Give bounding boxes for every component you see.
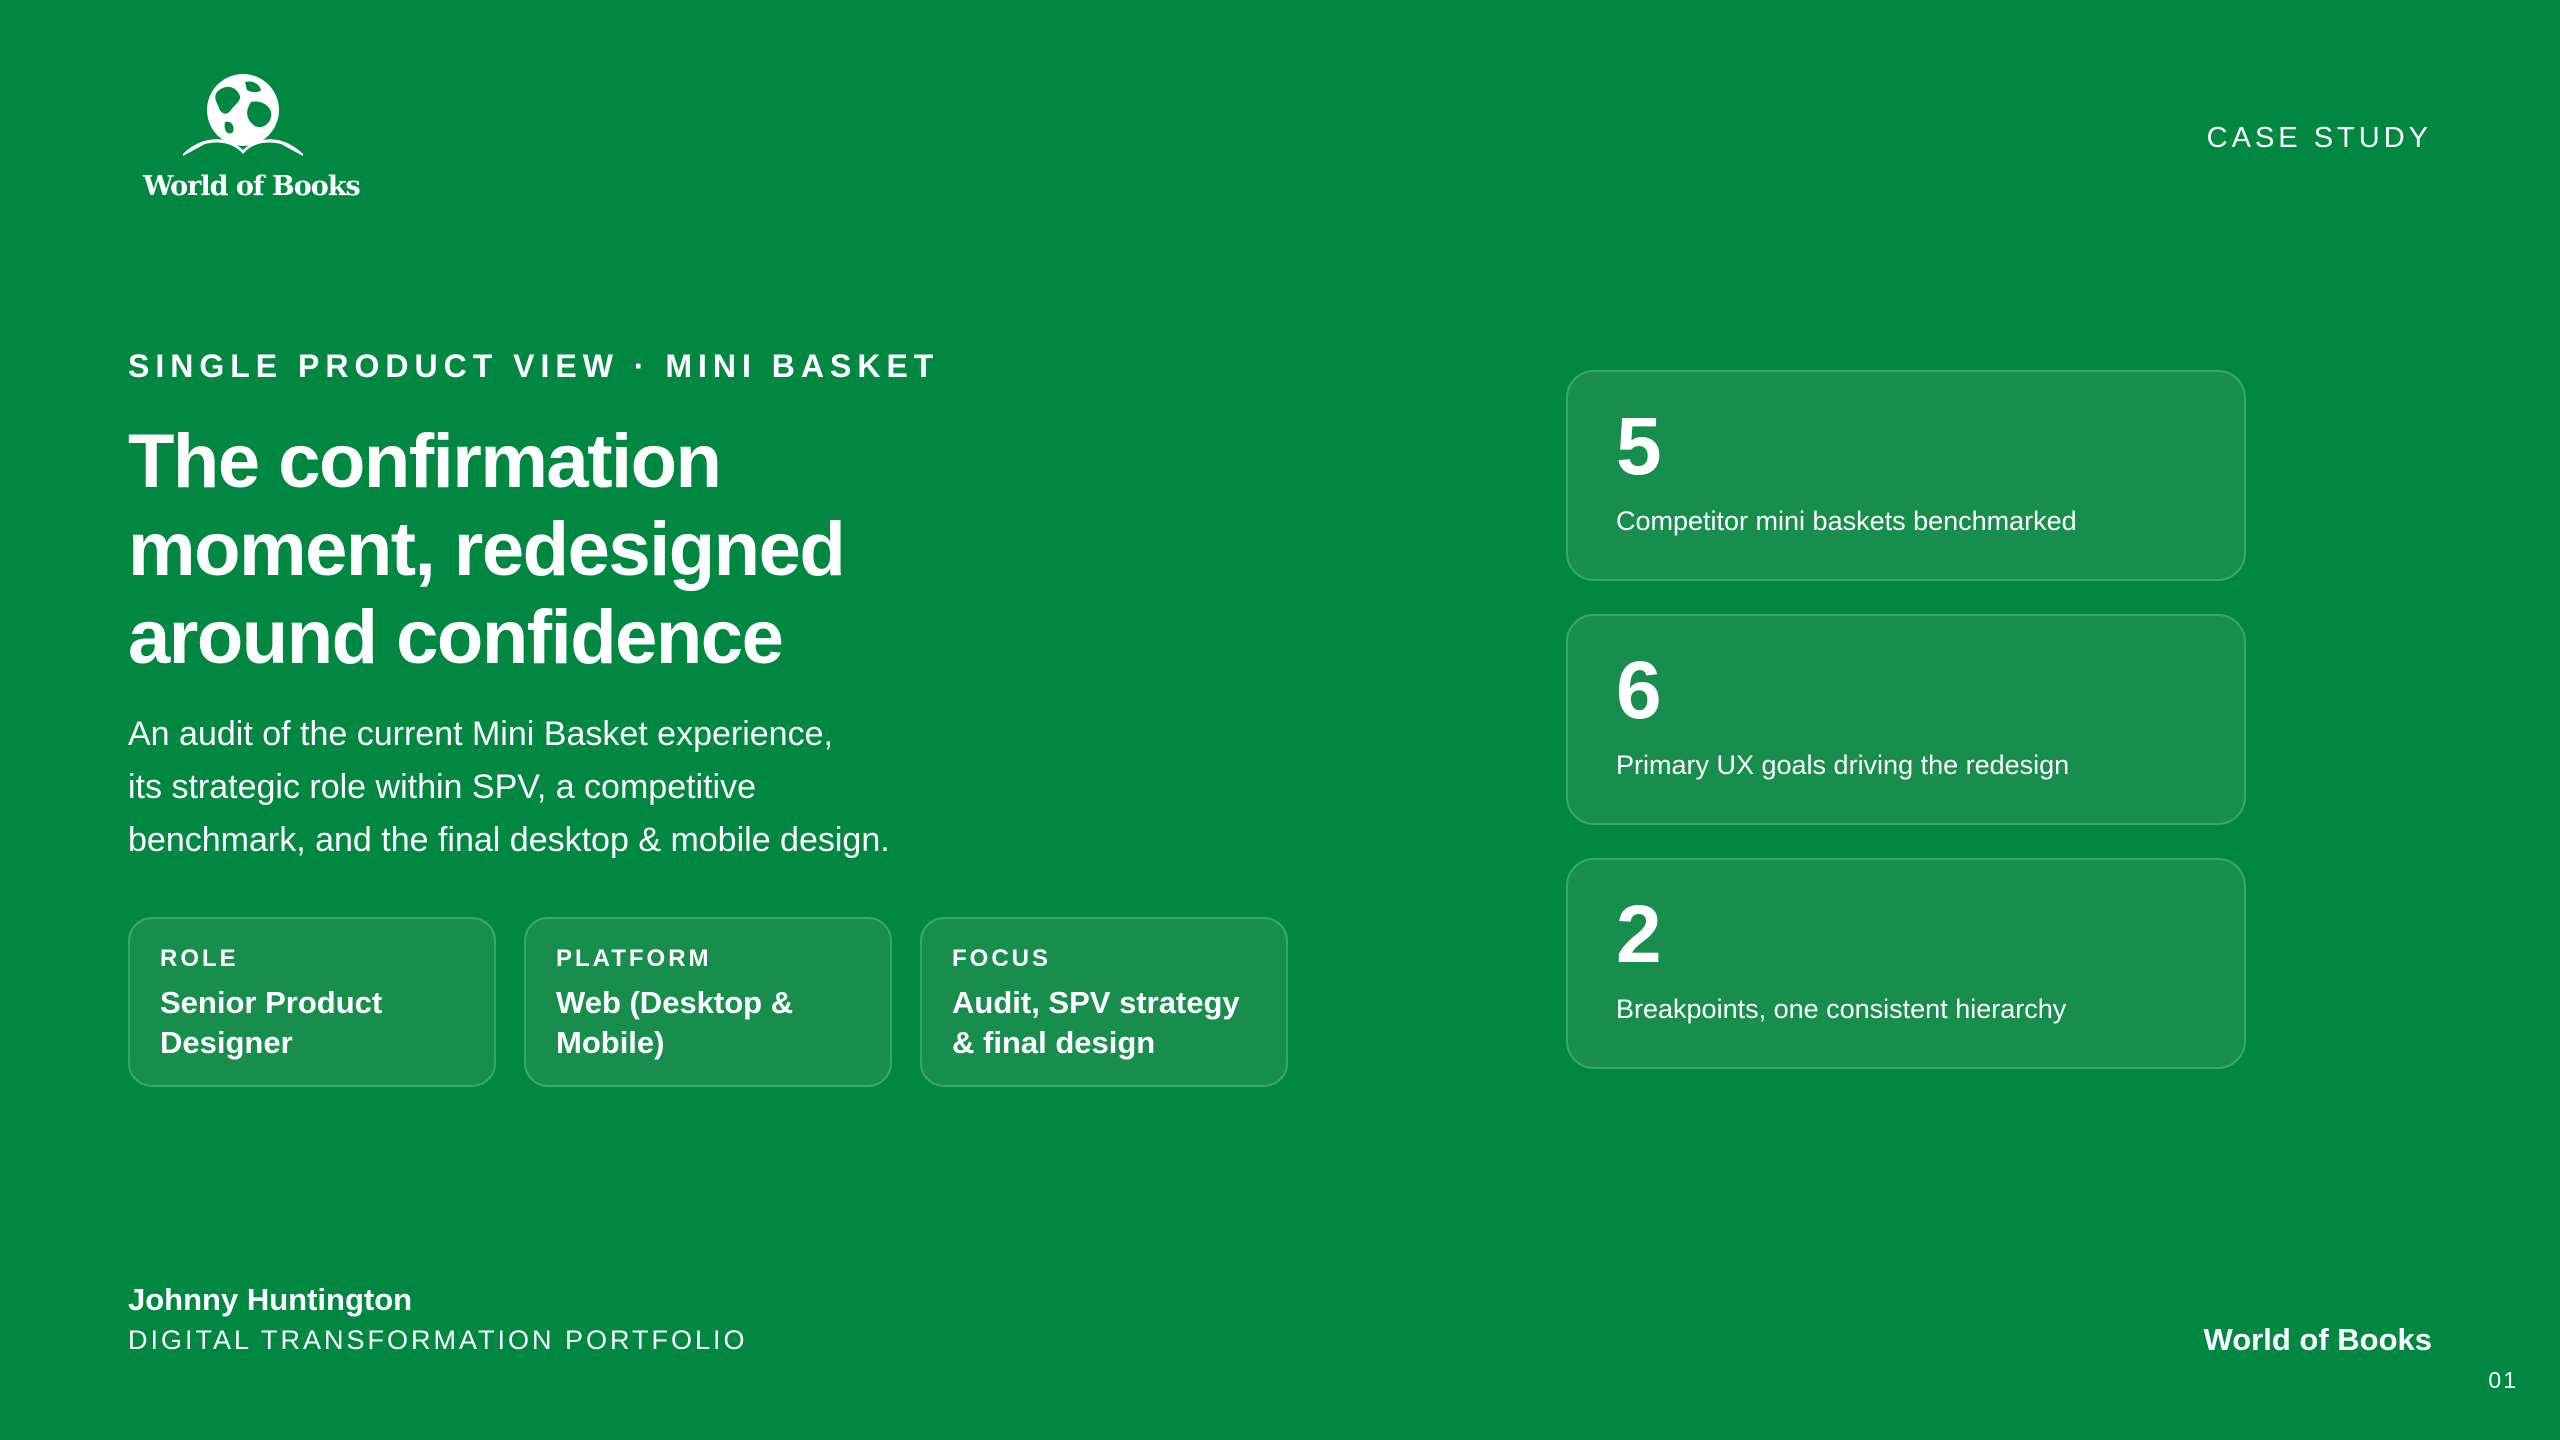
- platform-card: PLATFORM Web (Desktop & Mobile): [524, 917, 892, 1087]
- role-label: ROLE: [160, 945, 239, 972]
- brand-logo: World of Books: [143, 74, 361, 209]
- stat-value: 2: [1616, 889, 1662, 980]
- stat-value: 6: [1616, 645, 1662, 736]
- footer-brand: World of Books: [2203, 1322, 2432, 1357]
- stat-label: Breakpoints, one consistent hierarchy: [1616, 994, 2067, 1024]
- focus-card: FOCUS Audit, SPV strategy & final design: [920, 917, 1288, 1087]
- role-card: ROLE Senior Product Designer: [128, 917, 496, 1087]
- page-description: An audit of the current Mini Basket expe…: [128, 708, 1028, 867]
- stat-card-competitors: 5 Competitor mini baskets benchmarked: [1566, 370, 2246, 581]
- platform-label: PLATFORM: [556, 945, 712, 972]
- description-line: benchmark, and the final desktop & mobil…: [128, 821, 890, 859]
- stat-card-breakpoints: 2 Breakpoints, one consistent hierarchy: [1566, 858, 2246, 1069]
- page-number: 01: [2488, 1367, 2518, 1393]
- portfolio-label: DIGITAL TRANSFORMATION PORTFOLIO: [128, 1325, 748, 1355]
- description-line: its strategic role within SPV, a competi…: [128, 768, 757, 806]
- title-line: moment, redesigned: [128, 507, 846, 592]
- description-line: An audit of the current Mini Basket expe…: [128, 715, 833, 753]
- page-title: The confirmation moment, redesigned arou…: [128, 418, 1028, 682]
- globe-book-icon: [183, 74, 303, 156]
- focus-label: FOCUS: [952, 945, 1051, 972]
- author-name: Johnny Huntington: [128, 1282, 413, 1317]
- section-eyebrow: SINGLE PRODUCT VIEW · MINI BASKET: [128, 348, 940, 384]
- case-study-label: CASE STUDY: [2206, 122, 2432, 154]
- stat-value: 5: [1616, 401, 1662, 492]
- stat-card-ux-goals: 6 Primary UX goals driving the redesign: [1566, 614, 2246, 825]
- title-line: around confidence: [128, 595, 784, 680]
- title-line: The confirmation: [128, 419, 722, 504]
- logo-wordmark: World of Books: [143, 171, 361, 202]
- role-value: Senior Product Designer: [160, 985, 383, 1060]
- stat-label: Competitor mini baskets benchmarked: [1616, 506, 2077, 536]
- stat-label: Primary UX goals driving the redesign: [1616, 750, 2070, 780]
- focus-value: Audit, SPV strategy & final design: [952, 985, 1240, 1060]
- platform-value: Web (Desktop & Mobile): [556, 985, 794, 1060]
